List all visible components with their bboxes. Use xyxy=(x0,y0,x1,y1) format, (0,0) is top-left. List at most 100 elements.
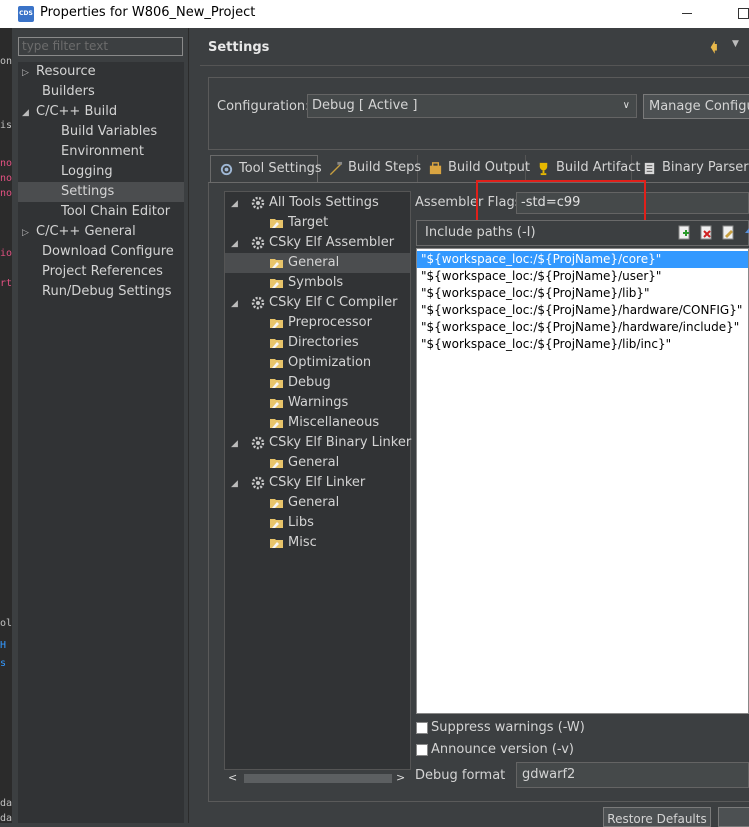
tree-item-csky-elf-linker[interactable]: ◢ CSky Elf Linker xyxy=(231,473,365,493)
folder-settings-icon xyxy=(270,539,283,548)
back-arrow-icon[interactable]: 🡀 xyxy=(710,37,718,61)
tree-item-symbols[interactable]: Symbols xyxy=(269,273,343,293)
nav-item-run-debug-settings[interactable]: Run/Debug Settings xyxy=(42,282,172,302)
collapse-arrow-icon[interactable]: ◢ xyxy=(22,103,36,123)
folder-settings-icon xyxy=(270,339,283,348)
nav-item-cpp-build[interactable]: ◢ C/C++ Build xyxy=(22,102,182,122)
tab-binary-parsers[interactable]: Binary Parsers xyxy=(634,155,749,183)
nav-item-download-configure[interactable]: Download Configure xyxy=(42,242,174,262)
scroll-thumb[interactable] xyxy=(244,774,392,783)
manage-configurations-button[interactable]: Manage Configurations... xyxy=(643,94,749,119)
tab-build-artifact[interactable]: Build Artifact xyxy=(528,155,641,183)
filter-input[interactable]: type filter text xyxy=(18,37,183,56)
announce-version-checkbox[interactable]: Announce version (-v) xyxy=(416,740,616,760)
nav-item-logging[interactable]: Logging xyxy=(61,162,113,182)
list-item[interactable]: "${workspace_loc:/${ProjName}/hardware/C… xyxy=(419,302,742,319)
tree-horizontal-scrollbar[interactable]: < > xyxy=(224,769,411,786)
collapse-arrow-icon[interactable]: ◢ xyxy=(231,474,245,494)
tree-item-label: Miscellaneous xyxy=(288,415,380,430)
tree-item-csky-elf-c-compiler[interactable]: ◢ CSky Elf C Compiler xyxy=(231,293,397,313)
scroll-left-icon[interactable]: < xyxy=(228,771,237,784)
expand-arrow-icon[interactable]: ▷ xyxy=(22,63,36,83)
nav-item-settings[interactable]: Settings xyxy=(18,182,184,202)
edit-path-icon[interactable] xyxy=(721,225,735,240)
tree-item-binary-linker-general[interactable]: General xyxy=(269,453,339,473)
minimize-button[interactable] xyxy=(682,13,692,14)
list-item[interactable]: "${workspace_loc:/${ProjName}/user}" xyxy=(419,268,661,285)
scroll-right-icon[interactable]: > xyxy=(396,771,405,784)
folder-settings-icon xyxy=(270,359,283,368)
background-editor-strip: on is no no no io rt ol H s da da xyxy=(0,28,12,824)
nav-item-build-variables[interactable]: Build Variables xyxy=(61,122,157,142)
tree-item-miscellaneous[interactable]: Miscellaneous xyxy=(269,413,379,433)
tree-item-assembler-general[interactable]: General xyxy=(225,253,410,273)
tree-item-label: CSky Elf Assembler xyxy=(269,235,395,250)
delete-path-icon[interactable] xyxy=(699,225,713,240)
tree-item-all-tools-settings[interactable]: ◢ All Tools Settings xyxy=(231,193,379,213)
nav-item-resource[interactable]: ▷ Resource xyxy=(22,62,182,82)
folder-settings-icon xyxy=(270,219,283,228)
tree-item-linker-general[interactable]: General xyxy=(269,493,339,513)
gear-icon xyxy=(251,436,265,450)
tree-item-csky-elf-binary-linker[interactable]: ◢ CSky Elf Binary Linker xyxy=(231,433,411,453)
tab-label: Tool Settings xyxy=(239,161,322,176)
tree-item-debug[interactable]: Debug xyxy=(269,373,331,393)
suppress-warnings-checkbox[interactable]: Suppress warnings (-W) xyxy=(416,718,616,738)
tree-item-misc[interactable]: Misc xyxy=(269,533,317,553)
list-item[interactable]: "${workspace_loc:/${ProjName}/hardware/i… xyxy=(419,319,739,336)
nav-item-cpp-general[interactable]: ▷ C/C++ General xyxy=(22,222,182,242)
configuration-label: Configuration: xyxy=(217,99,310,114)
chevron-down-icon[interactable]: ▼ xyxy=(732,39,739,49)
checkbox-box[interactable] xyxy=(416,744,428,756)
list-item[interactable]: "${workspace_loc:/${ProjName}/lib/inc}" xyxy=(419,336,671,353)
tree-item-warnings[interactable]: Warnings xyxy=(269,393,348,413)
tree-item-directories[interactable]: Directories xyxy=(269,333,359,353)
nav-item-project-references[interactable]: Project References xyxy=(42,262,163,282)
window-titlebar: CDS Properties for W806_New_Project xyxy=(0,0,749,28)
restore-defaults-button[interactable]: Restore Defaults xyxy=(603,807,711,827)
collapse-arrow-icon[interactable]: ◢ xyxy=(231,234,245,254)
tree-item-preprocessor[interactable]: Preprocessor xyxy=(269,313,372,333)
tab-tool-settings[interactable]: Tool Settings xyxy=(210,155,322,183)
configuration-select[interactable]: Debug [ Active ] ∨ xyxy=(307,94,637,118)
nav-item-label: Resource xyxy=(36,64,96,79)
folder-settings-icon xyxy=(270,419,283,428)
configuration-value: Debug [ Active ] xyxy=(312,98,418,113)
nav-item-builders[interactable]: Builders xyxy=(42,82,95,102)
property-tree: ▷ Resource Builders ◢ C/C++ Build Build Va… xyxy=(18,62,184,823)
list-item[interactable]: "${workspace_loc:/${ProjName}/core}" xyxy=(417,251,748,268)
list-item[interactable]: "${workspace_loc:/${ProjName}/lib}" xyxy=(419,285,650,302)
add-path-icon[interactable] xyxy=(677,225,691,240)
debug-format-select[interactable]: gdwarf2 xyxy=(516,762,749,788)
tree-item-optimization[interactable]: Optimization xyxy=(269,353,371,373)
expand-arrow-icon[interactable]: ▷ xyxy=(22,223,36,243)
tab-build-output[interactable]: Build Output xyxy=(420,155,530,183)
checkbox-label: Suppress warnings (-W) xyxy=(431,720,585,735)
tree-item-csky-elf-assembler[interactable]: ◢ CSky Elf Assembler xyxy=(231,233,394,253)
checkbox-box[interactable] xyxy=(416,722,428,734)
window-title: Properties for W806_New_Project xyxy=(40,5,256,20)
tab-build-steps[interactable]: Build Steps xyxy=(320,155,421,183)
tool-settings-icon xyxy=(220,163,233,176)
tree-item-label: Preprocessor xyxy=(288,315,372,330)
move-up-icon[interactable] xyxy=(743,225,749,240)
nav-item-label: C/C++ Build xyxy=(36,104,118,119)
maximize-button[interactable] xyxy=(738,8,749,19)
collapse-arrow-icon[interactable]: ◢ xyxy=(231,434,245,454)
collapse-arrow-icon[interactable]: ◢ xyxy=(231,194,245,214)
nav-item-tool-chain-editor[interactable]: Tool Chain Editor xyxy=(61,202,170,222)
apply-button[interactable] xyxy=(718,807,749,827)
gear-icon xyxy=(251,296,265,310)
tree-item-target[interactable]: Target xyxy=(269,213,328,233)
tab-label: Build Artifact xyxy=(556,160,641,175)
tree-item-label: All Tools Settings xyxy=(269,195,379,210)
nav-item-environment[interactable]: Environment xyxy=(61,142,144,162)
tree-item-label: Optimization xyxy=(288,355,372,370)
tree-item-label: CSky Elf Binary Linker xyxy=(269,435,412,450)
settings-tabs: Tool Settings Build Steps Build Output B… xyxy=(208,155,749,183)
folder-settings-icon xyxy=(270,319,283,328)
collapse-arrow-icon[interactable]: ◢ xyxy=(231,294,245,314)
include-paths-list[interactable]: "${workspace_loc:/${ProjName}/core}" "${… xyxy=(416,248,749,714)
tree-item-libs[interactable]: Libs xyxy=(269,513,314,533)
page-title: Settings xyxy=(208,40,270,55)
